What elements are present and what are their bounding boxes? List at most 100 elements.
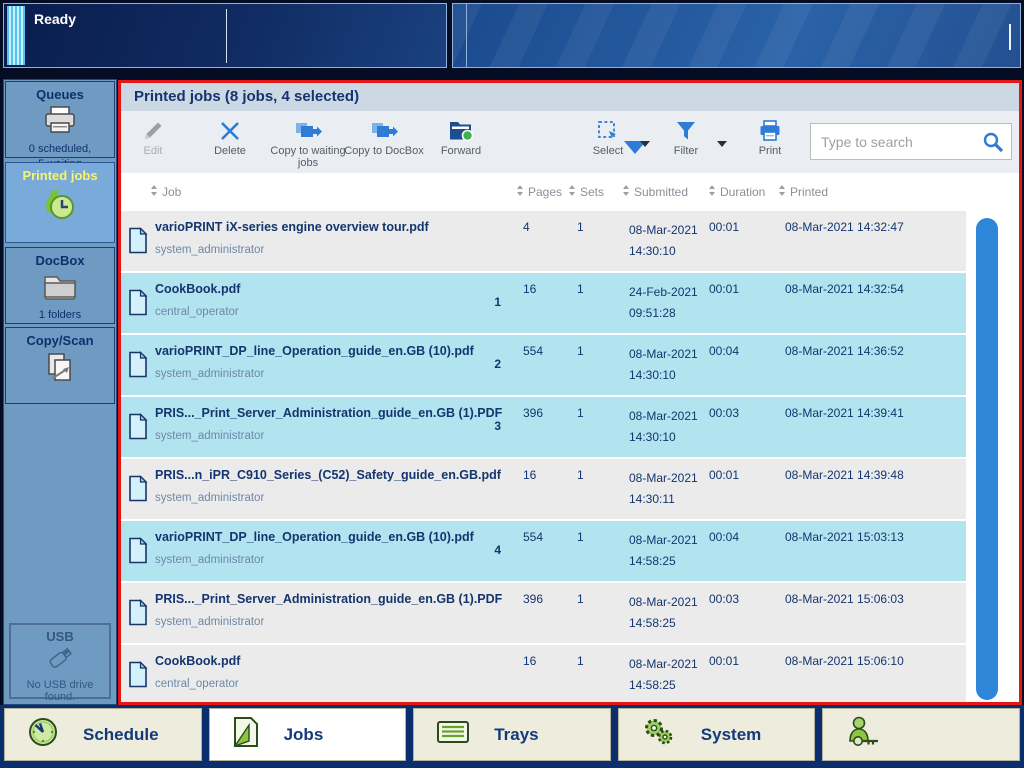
job-pages: 554: [523, 344, 544, 358]
table-row[interactable]: CookBook.pdf central_operator 16 1 08-Ma…: [121, 645, 966, 702]
tab-system[interactable]: System: [617, 708, 816, 761]
column-header-job[interactable]: Job: [151, 185, 181, 199]
job-name: varioPRINT iX-series engine overview tou…: [155, 220, 429, 234]
tab-jobs[interactable]: Jobs: [208, 708, 407, 761]
printer-icon: [758, 118, 782, 143]
job-printed-time: 08-Mar-2021 14:32:54: [785, 282, 904, 296]
table-row[interactable]: varioPRINT_DP_line_Operation_guide_en.GB…: [121, 521, 966, 581]
search-icon[interactable]: [981, 131, 1005, 160]
forward-button[interactable]: Forward: [429, 118, 493, 157]
selection-order-badge: 1: [494, 295, 501, 309]
document-icon: [128, 475, 148, 507]
edit-button[interactable]: Edit: [125, 118, 181, 157]
job-printed-time: 08-Mar-2021 15:03:13: [785, 530, 904, 544]
sidebar-item-usb[interactable]: USB No USB drive found.: [9, 623, 111, 703]
column-header-pages[interactable]: Pages: [517, 185, 562, 199]
delete-button[interactable]: Delete: [200, 118, 260, 157]
print-button[interactable]: Print: [745, 118, 795, 157]
selection-order-badge: 3: [494, 419, 501, 433]
tab-trays[interactable]: Trays: [413, 708, 611, 761]
job-owner: system_administrator: [155, 554, 265, 566]
column-header-sets[interactable]: Sets: [569, 185, 604, 199]
sidebar: Queues 0 scheduled, 5 waiting Printed jo…: [3, 79, 117, 705]
table-header: Job Pages Sets Submitted Duration Printe…: [121, 173, 1019, 211]
delete-label: Delete: [214, 145, 246, 157]
printer-status-text: Ready: [34, 11, 77, 27]
printed-jobs-panel: Printed jobs (8 jobs, 4 selected) Edit D…: [118, 80, 1022, 705]
job-owner: system_administrator: [155, 368, 265, 380]
table-row[interactable]: CookBook.pdf central_operator 1 16 1 24-…: [121, 273, 966, 333]
column-header-duration[interactable]: Duration: [709, 185, 765, 199]
job-duration: 00:03: [709, 406, 740, 420]
job-name: varioPRINT_DP_line_Operation_guide_en.GB…: [155, 344, 474, 358]
sort-icon: [151, 185, 158, 196]
select-label: Select: [592, 145, 624, 157]
table-row[interactable]: varioPRINT_DP_line_Operation_guide_en.GB…: [121, 335, 966, 395]
usb-label: USB: [46, 629, 74, 644]
tab-schedule[interactable]: Schedule: [4, 708, 202, 761]
job-owner: system_administrator: [155, 492, 265, 504]
copy-icon: [294, 118, 322, 143]
filter-button[interactable]: Filter: [661, 118, 711, 157]
copy-to-docbox-button[interactable]: Copy to DocBox: [336, 118, 432, 157]
column-header-printed[interactable]: Printed: [779, 185, 828, 199]
job-pages: 16: [523, 468, 537, 482]
job-sets: 1: [577, 592, 584, 606]
sort-icon: [569, 185, 576, 196]
jobs-document-icon: [232, 716, 260, 753]
table-row[interactable]: PRIS...n_iPR_C910_Series_(C52)_Safety_gu…: [121, 459, 966, 519]
job-submitted: 08-Mar-2021 14:58:25: [629, 657, 698, 692]
forward-label: Forward: [440, 145, 482, 157]
job-sets: 1: [577, 406, 584, 420]
sort-icon: [623, 185, 630, 196]
selection-order-badge: 4: [494, 543, 501, 557]
select-button[interactable]: Select: [580, 118, 636, 157]
docbox-label: DocBox: [35, 253, 85, 268]
table-row[interactable]: PRIS..._Print_Server_Administration_guid…: [121, 583, 966, 643]
toolbar: Edit Delete Copy to waiting jobs Copy to…: [121, 111, 1019, 173]
printed-jobs-label: Printed jobs: [22, 168, 98, 183]
job-submitted: 24-Feb-2021 09:51:28: [629, 285, 698, 320]
filter-dropdown-caret-icon[interactable]: [717, 141, 727, 147]
operator-key-icon: [845, 715, 883, 754]
trays-icon: [436, 719, 470, 750]
printer-status-panel: Ready: [3, 3, 447, 68]
tab-login[interactable]: [822, 708, 1020, 761]
document-icon: [128, 289, 148, 321]
select-marquee-icon: [596, 118, 620, 143]
table-row[interactable]: PRIS..._Print_Server_Administration_guid…: [121, 397, 966, 457]
job-duration: 00:01: [709, 220, 740, 234]
job-sets: 1: [577, 654, 584, 668]
search-box: [810, 123, 1012, 160]
selection-order-badge: 2: [494, 357, 501, 371]
message-panel: [452, 3, 1021, 68]
job-duration: 00:01: [709, 282, 740, 296]
select-dropdown-caret-icon[interactable]: [640, 141, 650, 147]
trays-label: Trays: [494, 724, 539, 744]
job-sets: 1: [577, 344, 584, 358]
job-sets: 1: [577, 220, 584, 234]
schedule-label: Schedule: [83, 724, 159, 744]
copy-icon: [370, 118, 398, 143]
sidebar-item-queues[interactable]: Queues 0 scheduled, 5 waiting: [5, 81, 115, 170]
job-pages: 16: [523, 654, 537, 668]
status-bar: Ready: [0, 0, 1024, 76]
system-label: System: [700, 724, 762, 744]
job-submitted: 08-Mar-2021 14:30:10: [629, 347, 698, 382]
job-printed-time: 08-Mar-2021 14:39:48: [785, 468, 904, 482]
column-header-submitted[interactable]: Submitted: [623, 185, 688, 199]
table-row[interactable]: varioPRINT iX-series engine overview tou…: [121, 211, 966, 271]
job-printed-time: 08-Mar-2021 14:39:41: [785, 406, 904, 420]
job-name: PRIS..._Print_Server_Administration_guid…: [155, 592, 503, 606]
sidebar-item-printed-jobs[interactable]: Printed jobs: [5, 162, 115, 243]
vertical-scrollbar[interactable]: [976, 218, 998, 700]
job-name: varioPRINT_DP_line_Operation_guide_en.GB…: [155, 530, 474, 544]
filter-funnel-icon: [675, 118, 697, 143]
sidebar-item-docbox[interactable]: DocBox 1 folders: [5, 247, 115, 324]
folder-icon: [6, 271, 114, 306]
document-icon: [128, 599, 148, 631]
printer-control-panel: { "status_bar": { "ready": "Ready" }, "s…: [0, 0, 1024, 768]
message-panel-tick: [1009, 24, 1011, 50]
status-stripe-indicator: [7, 6, 25, 65]
sidebar-item-copy-scan[interactable]: Copy/Scan: [5, 327, 115, 404]
